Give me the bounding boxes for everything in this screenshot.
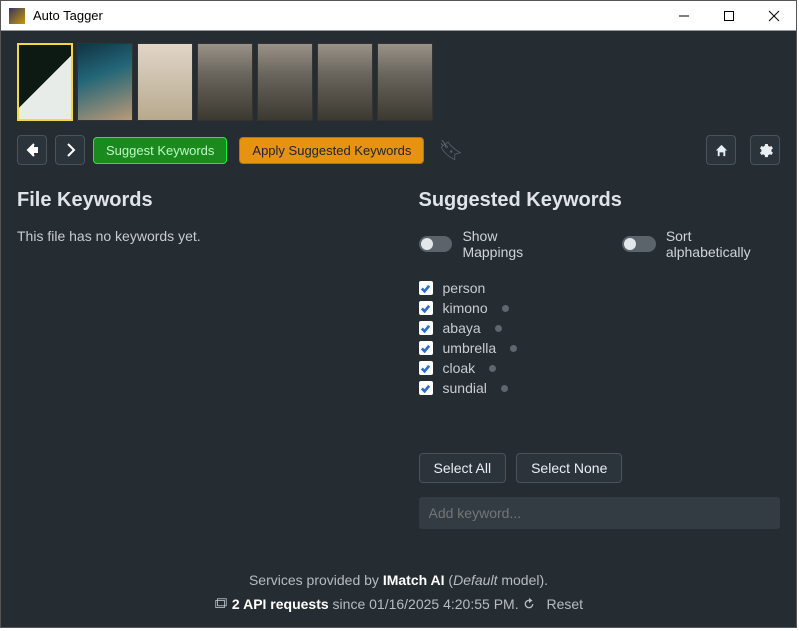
toolbar: Suggest Keywords Apply Suggested Keyword… [17,135,780,165]
cards-icon [214,597,228,611]
keyword-item[interactable]: abaya [419,320,781,336]
toggle-label: Sort alphabetically [666,228,780,260]
select-none-button[interactable]: Select None [516,453,622,483]
footer: Services provided by IMatch AI (Default … [17,569,780,617]
keyword-label: sundial [443,380,487,396]
confidence-dot [501,385,508,392]
toggle-label: Show Mappings [462,228,561,260]
titlebar: Auto Tagger [1,1,796,31]
keyword-item[interactable]: cloak [419,360,781,376]
home-button[interactable] [706,135,736,165]
thumbnail[interactable] [17,43,73,121]
toggle-switch[interactable] [419,236,453,252]
footer-api-line: 2 API requests since 01/16/2025 4:20:55 … [17,593,780,617]
select-all-button[interactable]: Select All [419,453,507,483]
file-keywords-heading: File Keywords [17,189,379,212]
app-icon [9,8,25,24]
checkbox[interactable] [419,301,433,315]
window-title: Auto Tagger [33,8,661,23]
keyword-label: person [443,280,486,296]
keyword-label: umbrella [443,340,497,356]
next-button[interactable] [55,135,85,165]
settings-button[interactable] [750,135,780,165]
keyword-item[interactable]: kimono [419,300,781,316]
maximize-button[interactable] [706,1,751,31]
checkbox[interactable] [419,281,433,295]
checkbox[interactable] [419,361,433,375]
keyword-item[interactable]: sundial [419,380,781,396]
thumbnail[interactable] [377,43,433,121]
reset-link[interactable]: Reset [546,596,583,612]
apply-keywords-button[interactable]: Apply Suggested Keywords [239,137,424,164]
add-keyword-input[interactable] [419,497,781,529]
confidence-dot [510,345,517,352]
keyword-label: kimono [443,300,488,316]
close-button[interactable] [751,1,796,31]
keyword-label: abaya [443,320,481,336]
confidence-dot [502,305,509,312]
minimize-button[interactable] [661,1,706,31]
file-keywords-panel: File Keywords This file has no keywords … [17,189,379,529]
checkbox[interactable] [419,321,433,335]
keyword-list: person kimono abaya umbrella cloak sundial [419,280,781,396]
confidence-dot [495,325,502,332]
confidence-dot [489,365,496,372]
thumbnail[interactable] [77,43,133,121]
keyword-label: cloak [443,360,476,376]
footer-services-line: Services provided by IMatch AI (Default … [17,569,780,593]
checkbox[interactable] [419,381,433,395]
suggest-keywords-button[interactable]: Suggest Keywords [93,137,227,164]
show-mappings-toggle[interactable]: Show Mappings [419,228,562,260]
thumbnail-strip [17,43,780,121]
thumbnail[interactable] [137,43,193,121]
thumbnail[interactable] [317,43,373,121]
suggested-keywords-heading: Suggested Keywords [419,189,781,212]
suggested-keywords-panel: Suggested Keywords Show Mappings Sort al… [419,189,781,529]
keyword-item[interactable]: umbrella [419,340,781,356]
toggle-switch[interactable] [622,236,656,252]
file-keywords-empty-msg: This file has no keywords yet. [17,228,379,244]
prev-button[interactable] [17,135,47,165]
sort-alpha-toggle[interactable]: Sort alphabetically [622,228,780,260]
reset-icon [522,597,536,611]
bookmark-icon[interactable]: 🔖︎ [438,138,463,163]
thumbnail[interactable] [257,43,313,121]
thumbnail[interactable] [197,43,253,121]
checkbox[interactable] [419,341,433,355]
keyword-item[interactable]: person [419,280,781,296]
